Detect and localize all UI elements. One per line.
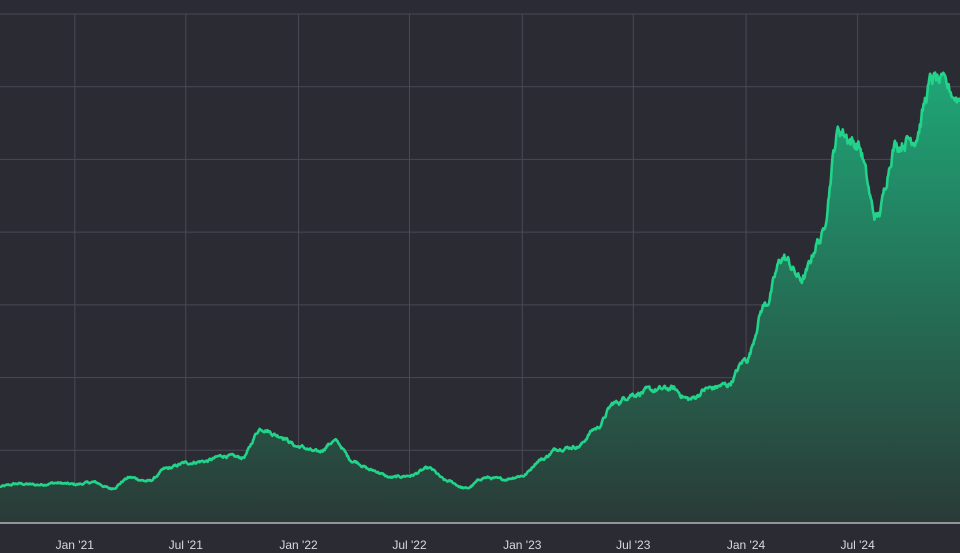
price-area-chart: Jan '21 Jul '21 Jan '22 Jul '22 Jan '23 Jul '… (0, 0, 960, 553)
x-tick-label: Jul '21 (169, 538, 204, 552)
x-tick-label: Jan '22 (279, 538, 318, 552)
x-tick-label: Jul '23 (616, 538, 651, 552)
x-tick-label: Jul '22 (392, 538, 427, 552)
x-tick-label: Jan '24 (727, 538, 766, 552)
x-tick-label: Jan '21 (56, 538, 95, 552)
x-tick-label: Jan '23 (503, 538, 542, 552)
x-tick-label: Jul '24 (840, 538, 875, 552)
